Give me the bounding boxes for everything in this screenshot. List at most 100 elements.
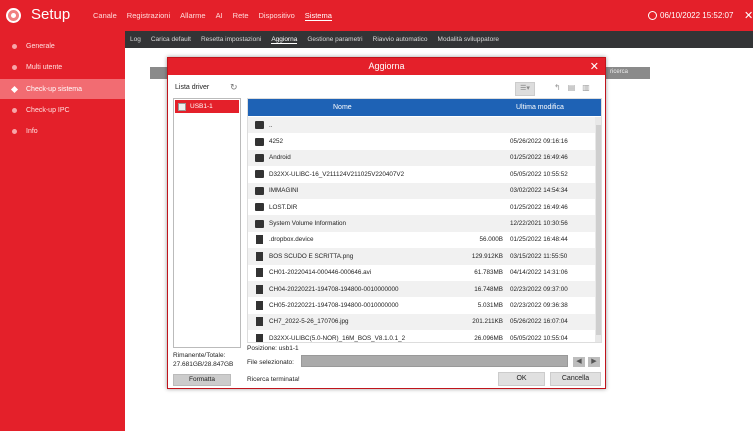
topnav-item[interactable]: Dispositivo	[259, 11, 295, 21]
table-row[interactable]: ..	[248, 117, 595, 134]
file-name: CH01-20220414-000446-000646.avi	[269, 269, 372, 277]
list-view-icon: ☰▾	[520, 85, 530, 92]
sidebar: Generale Multi utente Check-up sistema Chec…	[0, 31, 125, 431]
sidebar-item[interactable]: Info	[0, 121, 125, 141]
delete-icon[interactable]: ▥	[582, 83, 590, 92]
topnav-item[interactable]: Registrazioni	[127, 11, 170, 21]
next-page-button[interactable]: ▶	[588, 357, 600, 367]
column-name[interactable]: Nome	[333, 104, 352, 111]
table-row[interactable]: BOS SCUDO E SCRITTA.png 129.912KB 03/15/20…	[248, 248, 595, 265]
topnav-item[interactable]: Canale	[93, 11, 117, 21]
datetime-text: 06/10/2022 15:52:07	[660, 11, 734, 20]
table-row[interactable]: D32XX-ULIBC-16_V211124V211025V220407V2 05…	[248, 166, 595, 182]
gear-logo-icon	[6, 8, 21, 23]
folder-icon	[255, 203, 264, 212]
storage-info: Rimanente/Totale: 27.681GB/28.847GB	[173, 351, 233, 369]
dialog-header: Aggiorna ✕	[168, 58, 605, 75]
file-date: 05/05/2022 10:55:04	[510, 334, 568, 342]
position-label: Posizione: usb1-1	[247, 345, 299, 352]
refresh-icon[interactable]: ↻	[230, 82, 238, 93]
topnav-item[interactable]: AI	[216, 11, 223, 21]
file-date: 05/26/2022 16:07:04	[510, 318, 568, 326]
table-row[interactable]: CH01-20220414-000446-000646.avi 61.783MB 0…	[248, 265, 595, 281]
background-partial-label: ricerca	[610, 69, 629, 75]
bullet-icon	[12, 43, 17, 49]
exit-icon[interactable]: ✕	[744, 9, 753, 22]
file-size: 26.096MB	[474, 334, 503, 342]
driver-item-label: USB1-1	[190, 103, 213, 110]
copy-icon[interactable]: ▤	[568, 83, 576, 92]
file-date: 04/14/2022 14:31:06	[510, 269, 568, 277]
file-toolbar: ↰ ▤ ▥	[554, 83, 590, 92]
view-mode-dropdown[interactable]: ☰▾	[515, 82, 535, 96]
subnav-tab[interactable]: Carica default	[151, 36, 191, 43]
subnav-tab[interactable]: Log	[130, 36, 141, 43]
selected-file-field[interactable]	[301, 355, 568, 367]
remaining-label: Rimanente/Totale:	[173, 352, 226, 359]
format-button[interactable]: Formatta	[173, 374, 231, 386]
topnav-item[interactable]: Sistema	[304, 11, 332, 21]
folder-icon	[255, 219, 264, 228]
file-name: .dropbox.device	[269, 236, 314, 244]
table-row[interactable]: CH7_2022-5-26_170706.jpg 201.211KB 05/26/2…	[248, 313, 595, 331]
sidebar-item[interactable]: Check-up sistema	[0, 79, 125, 99]
driver-list: USB1-1	[173, 98, 241, 348]
file-size: 129.912KB	[471, 252, 503, 260]
table-row[interactable]: 4252 05/26/2022 09:16:16	[248, 133, 595, 149]
back-icon[interactable]: ↰	[554, 83, 561, 92]
file-icon	[256, 251, 263, 261]
topnav-item[interactable]: Allarme	[180, 11, 205, 21]
sidebar-item[interactable]: Generale	[0, 36, 125, 56]
table-row[interactable]: D32XX-ULIBC(5.0-NOR)_16M_BOS_V8.1.0.1_2 2…	[248, 330, 595, 342]
file-name: CH7_2022-5-26_170706.jpg	[269, 318, 349, 326]
sidebar-item[interactable]: Multi utente	[0, 57, 125, 77]
sub-navigation: Log Carica default Resetta impostazioni Agg…	[125, 31, 753, 48]
scrollbar-thumb[interactable]	[596, 125, 601, 335]
sidebar-item-label: Check-up IPC	[26, 106, 70, 114]
file-size: 5.031MB	[477, 301, 503, 309]
cancel-button[interactable]: Cancella	[550, 372, 601, 386]
sidebar-item[interactable]: Check-up IPC	[0, 100, 125, 120]
table-row[interactable]: System Volume Information 12/22/2021 10:3…	[248, 215, 595, 232]
file-date: 05/05/2022 10:55:52	[510, 170, 568, 178]
file-name: D32XX-ULIBC-16_V211124V211025V220407V2	[269, 170, 405, 178]
file-date: 02/23/2022 09:37:00	[510, 285, 568, 293]
ok-button[interactable]: OK	[498, 372, 545, 386]
subnav-tab[interactable]: Aggiorna	[271, 36, 298, 44]
driver-item-usb[interactable]: USB1-1	[175, 100, 239, 113]
table-row[interactable]: IMMAGINI 03/02/2022 14:54:34	[248, 182, 595, 199]
column-modified[interactable]: Ultima modifica	[516, 104, 564, 111]
subnav-tab[interactable]: Riavvio automatico	[373, 36, 428, 43]
remaining-value: 27.681GB/28.847GB	[173, 361, 234, 368]
top-navigation: Canale Registrazioni Allarme AI Rete Disposit…	[93, 11, 332, 21]
file-rows: .. 4252 05/26/2022 09:16:16 Android 01/25/20…	[248, 117, 595, 342]
bullet-icon	[12, 107, 17, 113]
file-icon	[256, 235, 263, 245]
clock-icon	[648, 11, 657, 20]
subnav-tab[interactable]: Gestione parametri	[307, 36, 362, 43]
table-row[interactable]: CH05-20220221-194708-194800-0010000000 5.…	[248, 297, 595, 313]
bullet-icon	[12, 64, 17, 70]
file-name: BOS SCUDO E SCRITTA.png	[269, 252, 354, 260]
file-date: 01/25/2022 16:48:44	[510, 236, 568, 244]
usb-drive-icon	[178, 102, 186, 111]
file-icon	[256, 300, 263, 310]
prev-page-button[interactable]: ◀	[573, 357, 585, 367]
vertical-scrollbar[interactable]	[595, 117, 601, 342]
datetime-display: 06/10/2022 15:52:07	[648, 11, 733, 20]
subnav-tab[interactable]: Modalità sviluppatore	[438, 36, 499, 43]
file-name: Android	[269, 154, 291, 162]
close-icon[interactable]: ✕	[590, 59, 599, 76]
sidebar-item-label: Info	[26, 127, 38, 135]
table-row[interactable]: Android 01/25/2022 16:49:46	[248, 149, 595, 167]
table-row[interactable]: CH04-20220221-194708-194800-0010000000 16…	[248, 280, 595, 298]
table-row[interactable]: LOST.DIR 01/25/2022 16:49:46	[248, 199, 595, 215]
table-row[interactable]: .dropbox.device 56.000B 01/25/2022 16:48:4…	[248, 232, 595, 248]
subnav-tab[interactable]: Resetta impostazioni	[201, 36, 261, 43]
folder-icon	[255, 153, 264, 162]
sidebar-item-label: Multi utente	[26, 63, 63, 71]
sidebar-item-label: Generale	[26, 42, 55, 50]
file-name: System Volume Information	[269, 220, 346, 228]
selected-file-label: File selezionato:	[247, 359, 294, 366]
topnav-item[interactable]: Rete	[233, 11, 249, 21]
